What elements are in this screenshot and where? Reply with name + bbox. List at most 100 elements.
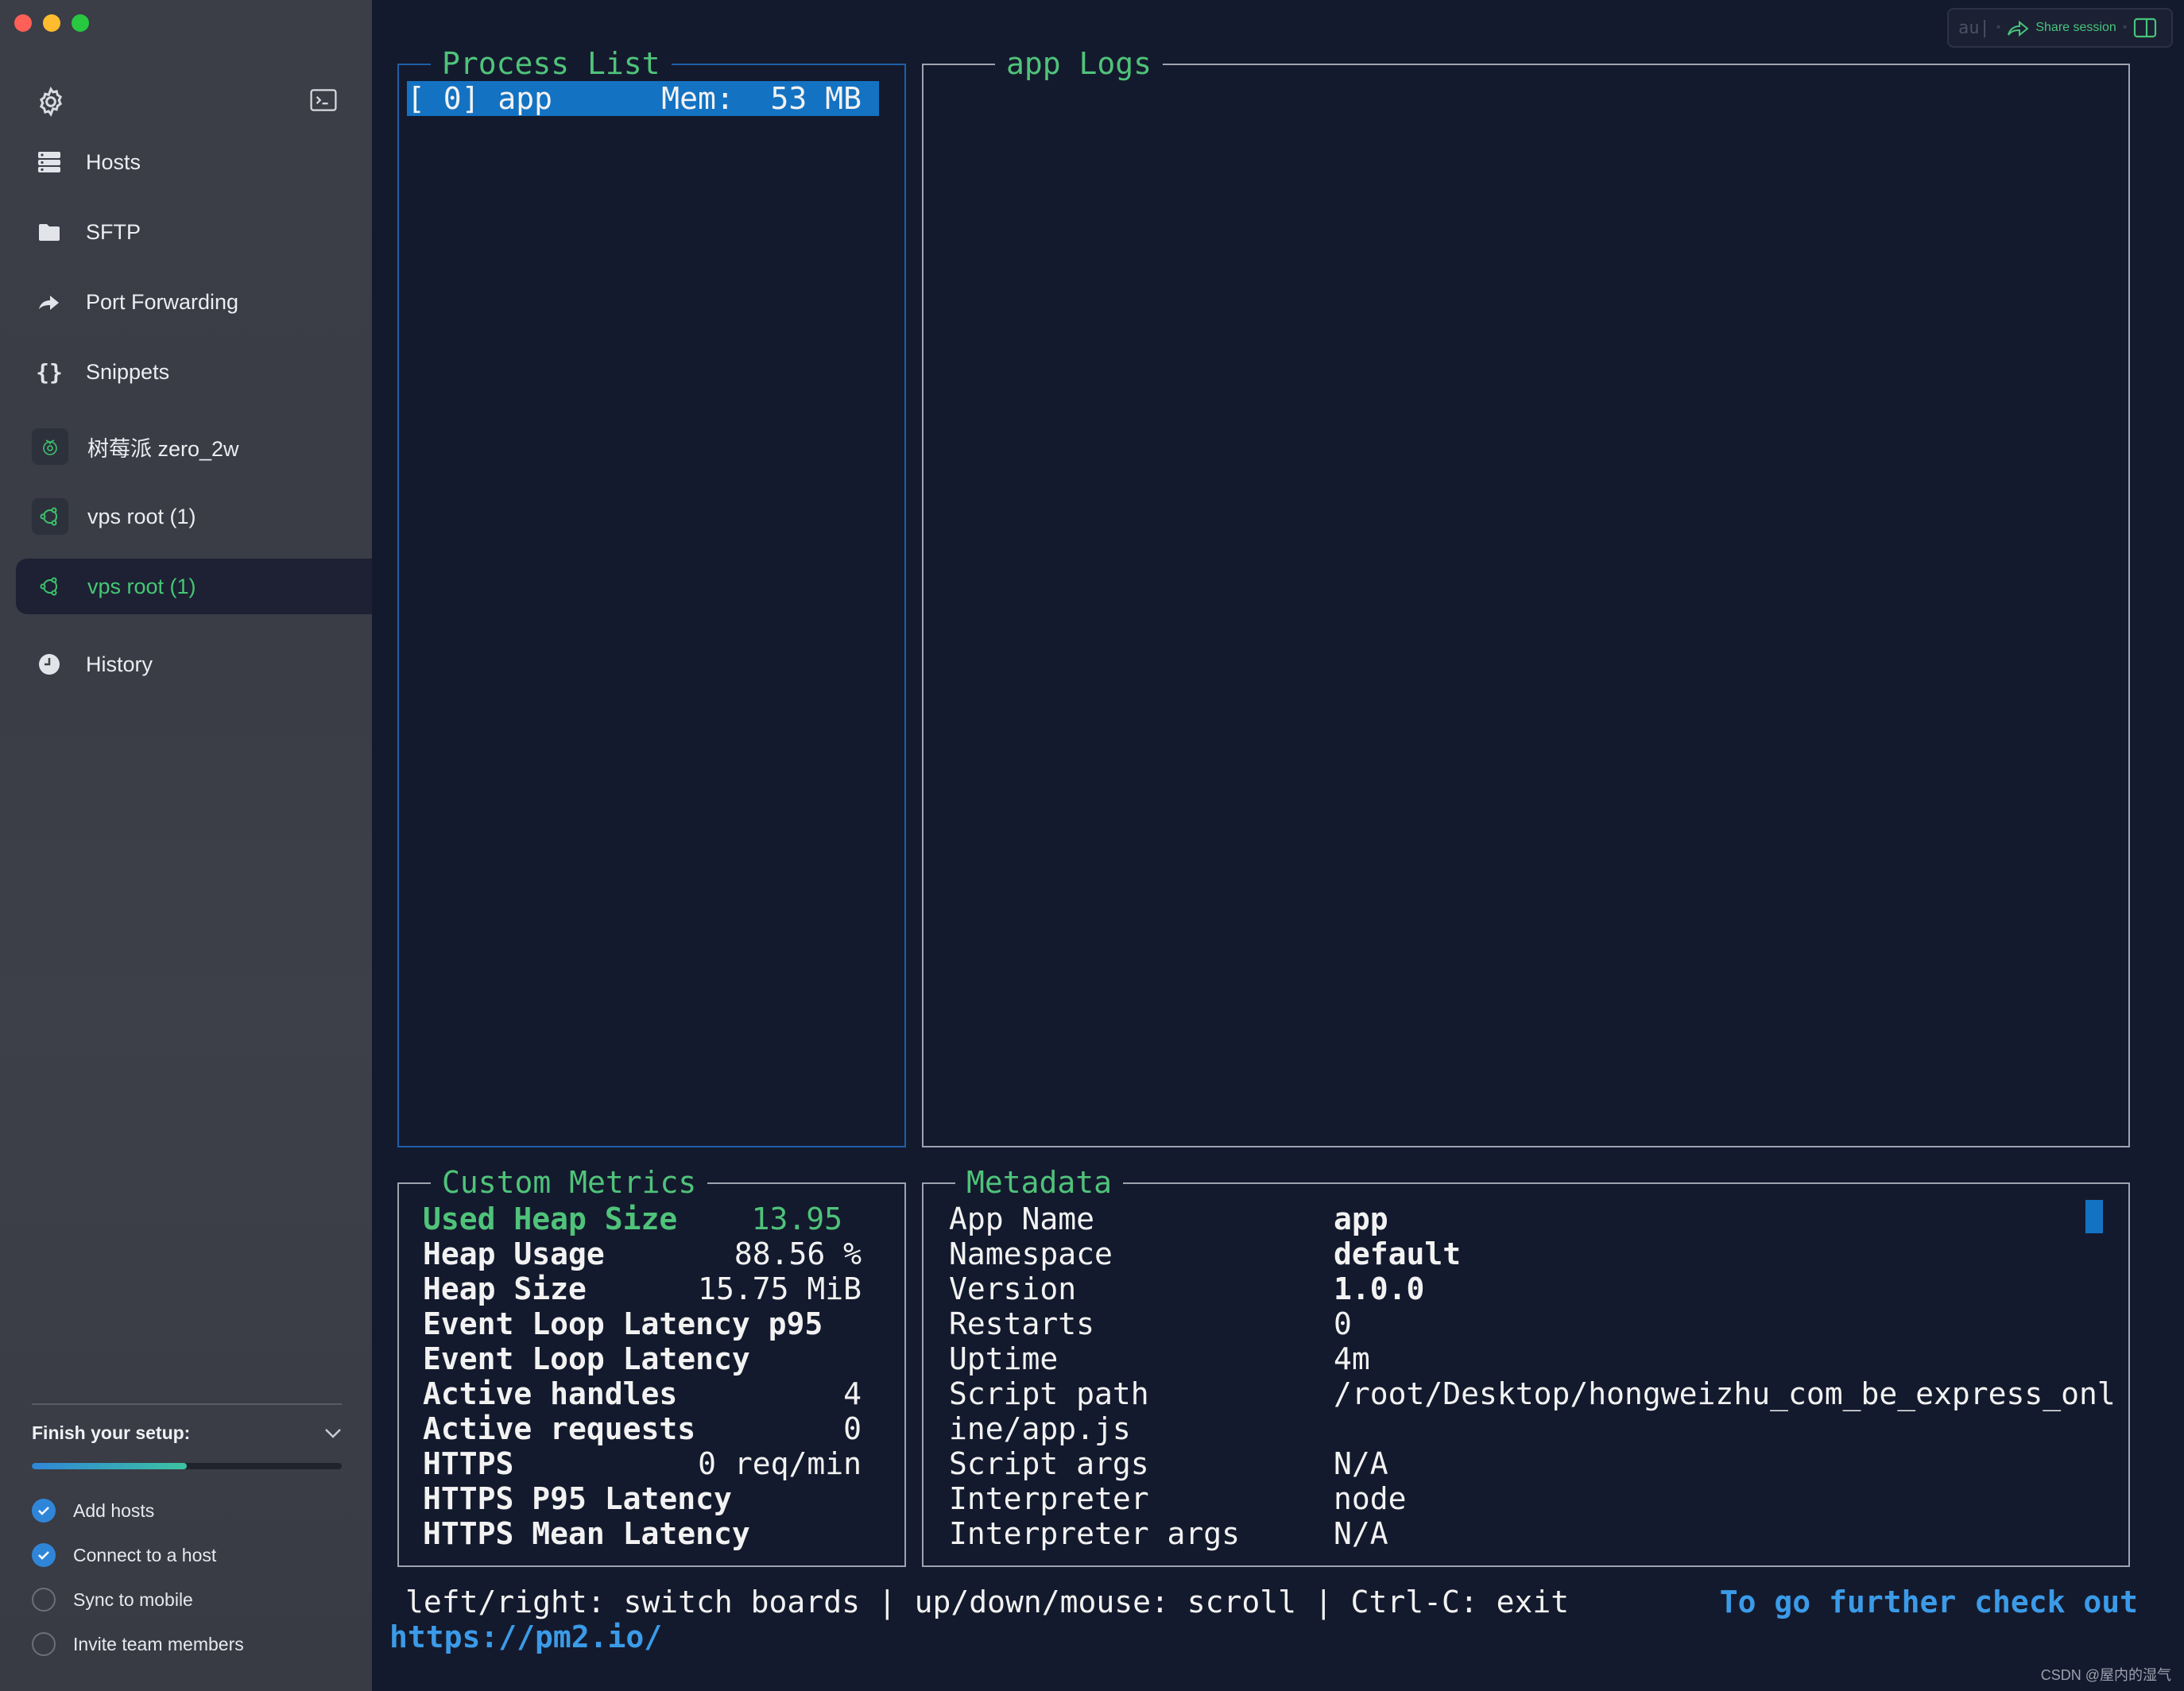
snippets-icon: {}: [36, 358, 63, 385]
process-row[interactable]: [ 0] app Mem: 53 MB: [407, 81, 862, 116]
meta-value: default: [1334, 1236, 1462, 1271]
metric-name: HTTPS P95 Latency: [423, 1481, 732, 1516]
meta-key: Restarts: [949, 1306, 1095, 1341]
metric-name: Active requests: [423, 1411, 696, 1446]
folder-icon: [35, 218, 64, 246]
meta-value: 4m: [1334, 1341, 1370, 1376]
metric-name: Active handles: [423, 1376, 678, 1411]
meta-value: 0: [1334, 1306, 1352, 1341]
metric-value: 15.75 MiB: [698, 1271, 862, 1306]
zoom-window-button[interactable]: [72, 14, 89, 32]
setup-progress-fill: [32, 1463, 187, 1469]
sidebar-item-label: History: [86, 652, 153, 676]
pm2-link[interactable]: https://pm2.io/: [389, 1619, 662, 1654]
separator-dot: •: [1996, 21, 2001, 34]
scroll-cursor: [2085, 1200, 2103, 1233]
metric-value: 13.95: [751, 1202, 842, 1236]
setup-title: Finish your setup:: [32, 1422, 191, 1443]
logs-title: app Logs: [995, 44, 1164, 83]
setup-task-label: Connect to a host: [73, 1544, 217, 1565]
sidebar-item-hosts[interactable]: Hosts: [16, 134, 372, 190]
split-view-icon[interactable]: [2133, 17, 2157, 38]
meta-key: Uptime: [949, 1341, 1059, 1376]
meta-value: /root/Desktop/hongweizhu_com_be_express_…: [1334, 1376, 2116, 1411]
share-session-button[interactable]: Share session: [2035, 21, 2116, 35]
metadata-title: Metadata: [955, 1163, 1124, 1202]
meta-key: Version: [949, 1271, 1077, 1306]
metric-value: 0: [843, 1411, 862, 1446]
share-arrow-icon: [2008, 20, 2029, 37]
meta-value: N/A: [1334, 1446, 1388, 1481]
sidebar-item-snippets[interactable]: {} Snippets: [16, 344, 372, 400]
meta-key: ine/app.js: [949, 1411, 1131, 1446]
sidebar: Hosts SFTP Port Forwarding {} Snippets 树…: [0, 0, 372, 1691]
meta-value: node: [1334, 1481, 1407, 1516]
setup-progress-bar: [32, 1463, 342, 1469]
logs-panel[interactable]: app Logs: [922, 44, 2130, 1147]
meta-value: 1.0.0: [1334, 1271, 1425, 1306]
watermark: CSDN @屋内的湿气: [2040, 1667, 2171, 1683]
sidebar-host-label: vps root (1): [87, 574, 196, 598]
separator-dot: •: [2122, 21, 2128, 34]
minimize-window-button[interactable]: [43, 14, 60, 32]
setup-task-add-hosts[interactable]: Add hosts: [32, 1488, 342, 1533]
sidebar-host-label: vps root (1): [87, 504, 196, 528]
sidebar-host-label: 树莓派 zero_2w: [87, 436, 239, 461]
metric-name: Event Loop Latency: [423, 1341, 750, 1376]
ubuntu-icon: [32, 568, 68, 605]
setup-task-label: Sync to mobile: [73, 1588, 193, 1610]
sidebar-item-port-forwarding[interactable]: Port Forwarding: [16, 274, 372, 330]
metric-value: 0 req/min: [698, 1446, 862, 1481]
metric-name: Heap Usage: [423, 1236, 605, 1271]
process-list-panel[interactable]: Process List: [397, 44, 906, 1147]
sidebar-host-vps-root[interactable]: vps root (1): [16, 489, 372, 544]
check-circle-icon: [32, 1499, 56, 1523]
empty-circle-icon: [32, 1588, 56, 1612]
sidebar-item-label: Snippets: [86, 359, 170, 384]
keyboard-help: left/right: switch boards | up/down/mous…: [405, 1585, 1570, 1619]
empty-circle-icon: [32, 1632, 56, 1656]
meta-key: Interpreter args: [949, 1516, 1241, 1551]
setup-tasks: Add hosts Connect to a host Sync to mobi…: [32, 1488, 342, 1666]
setup-checklist: Finish your setup: Add hosts Connect to …: [32, 1403, 342, 1666]
setup-task-invite[interactable]: Invite team members: [32, 1622, 342, 1666]
metric-value: 88.56 %: [734, 1236, 862, 1271]
metric-value: 4: [843, 1376, 862, 1411]
history-icon: [35, 650, 64, 679]
sidebar-item-label: SFTP: [86, 219, 141, 244]
raspberry-pi-icon: [32, 428, 68, 465]
sidebar-top-icons: [35, 86, 337, 118]
setup-header[interactable]: Finish your setup:: [32, 1422, 342, 1444]
sidebar-item-label: Hosts: [86, 149, 141, 174]
ubuntu-icon: [32, 498, 68, 535]
process-list-title: Process List: [431, 44, 672, 83]
meta-key: App Name: [949, 1202, 1095, 1236]
setup-task-connect[interactable]: Connect to a host: [32, 1533, 342, 1577]
meta-value: N/A: [1334, 1516, 1388, 1551]
session-toolbar: au| • Share session •: [1947, 8, 2173, 48]
close-window-button[interactable]: [14, 14, 32, 32]
meta-key: Namespace: [949, 1236, 1113, 1271]
sidebar-host-raspberry[interactable]: 树莓派 zero_2w: [16, 419, 372, 474]
metric-name: Heap Size: [423, 1271, 587, 1306]
toolbar-input[interactable]: au|: [1958, 18, 1990, 38]
chevron-down-icon[interactable]: [324, 1428, 342, 1439]
metric-name: HTTPS Mean Latency: [423, 1516, 750, 1551]
setup-task-label: Add hosts: [73, 1499, 155, 1521]
meta-key: Script args: [949, 1446, 1149, 1481]
terminal-icon[interactable]: [310, 89, 337, 111]
further-info-text: To go further check out: [1719, 1585, 2138, 1619]
metric-name: Used Heap Size: [423, 1202, 678, 1236]
port-forwarding-icon: [35, 288, 64, 316]
custom-metrics-title: Custom Metrics: [431, 1163, 708, 1202]
window-controls: [14, 14, 89, 32]
sidebar-host-vps-root-active[interactable]: vps root (1): [16, 559, 372, 614]
meta-key: Script path: [949, 1376, 1149, 1411]
sidebar-item-history[interactable]: History: [16, 637, 372, 692]
settings-gear-icon[interactable]: [35, 86, 67, 118]
metric-name: Event Loop Latency p95: [423, 1306, 823, 1341]
setup-task-sync-mobile[interactable]: Sync to mobile: [32, 1577, 342, 1622]
sidebar-item-label: Port Forwarding: [86, 289, 239, 314]
sidebar-item-sftp[interactable]: SFTP: [16, 204, 372, 260]
check-circle-icon: [32, 1543, 56, 1567]
